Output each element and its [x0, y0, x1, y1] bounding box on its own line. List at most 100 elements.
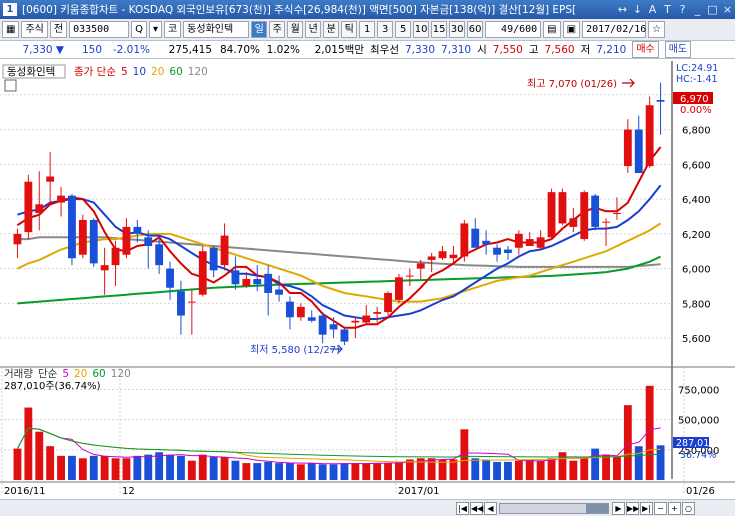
best-bid-label: 최우선 — [370, 44, 399, 56]
zoom-in-icon[interactable]: + — [668, 501, 681, 515]
high-price: 7,560 — [544, 43, 575, 56]
save-icon[interactable]: ▣ — [562, 21, 581, 38]
data-table-icon[interactable] — [4, 79, 17, 92]
best-bid-1: 7,330 — [404, 43, 436, 56]
candle-body — [536, 237, 545, 248]
chart-settings-icon[interactable]: ▤ — [543, 21, 561, 38]
candle-body — [307, 317, 316, 321]
quote-bar: 7,330 ▼ 150 -2.01% 275,415 84.70% 1.02% … — [0, 41, 735, 59]
zoom-out-icon[interactable]: − — [654, 501, 667, 515]
svg-text:종가 단순5102060120: 종가 단순 5 10 20 60 120 — [74, 66, 208, 78]
volume-bar — [78, 458, 87, 480]
volume-bar — [602, 454, 610, 480]
price-legend-item: 5 — [121, 66, 128, 78]
kosdaq-button[interactable]: 코 — [163, 21, 182, 38]
text-icon[interactable]: T — [660, 3, 675, 16]
high-label: 고 — [528, 44, 539, 56]
scroll-prev-icon[interactable]: ◀ — [484, 501, 497, 515]
volume-bar — [122, 458, 131, 480]
svg-text:거래량단순52060120: 거래량 단순 5 20 60 120 — [4, 368, 131, 380]
scroll-prev-page-icon[interactable]: ◀◀ — [470, 501, 483, 515]
volume-bar — [209, 457, 218, 480]
volume-legend-item: 거래량 — [4, 368, 33, 380]
volume-current-label: 287,010주(36.74%) — [4, 381, 101, 392]
volume-bar — [318, 464, 327, 480]
minimize-icon[interactable]: _ — [690, 3, 705, 16]
price-legend-item: 종가 단순 — [74, 66, 116, 78]
price-chart[interactable]: 7,0006,8006,6006,4006,2006,0005,8005,600… — [0, 59, 735, 499]
minute-1[interactable]: 1 — [359, 21, 376, 38]
candle-body — [362, 315, 371, 323]
stock-code-input[interactable]: 033500 — [69, 21, 130, 38]
scroll-last-icon[interactable]: ▶| — [640, 501, 653, 515]
window-title: [0600] 키움종합차트 - KOSDAQ 외국인보유[673(천)] 주식수… — [22, 4, 577, 16]
volume-bar — [580, 458, 589, 480]
down-arrow-icon[interactable]: ↓ — [630, 3, 645, 16]
volume-legend-item: 120 — [111, 368, 131, 380]
pct-label: 0.00% — [680, 105, 712, 116]
help-icon[interactable]: ? — [675, 3, 690, 16]
scroll-thumb[interactable] — [586, 503, 608, 513]
period-tick[interactable]: 틱 — [341, 21, 358, 38]
reset-zoom-icon[interactable]: ○ — [682, 501, 695, 515]
minute-60[interactable]: 60 — [467, 21, 484, 38]
volume-y-tick-label: 750,000 — [678, 385, 719, 396]
volume-ratio: 84.70% — [219, 43, 260, 56]
page-count-field[interactable]: 49/600 — [485, 21, 542, 38]
market-type-select[interactable]: 주식 — [21, 21, 48, 38]
candle-body — [166, 268, 174, 288]
candle-body — [296, 306, 305, 318]
window-number: 1 — [3, 3, 17, 16]
dropdown-icon[interactable]: ▾ — [148, 21, 162, 38]
date-input[interactable]: 2017/02/16 — [582, 21, 646, 38]
price-legend-item: 10 — [133, 66, 146, 78]
sell-button[interactable]: 매도 — [664, 41, 692, 58]
scroll-first-icon[interactable]: |◀ — [456, 501, 469, 515]
scroll-track[interactable] — [499, 502, 609, 514]
candle-body — [395, 277, 403, 300]
search-icon[interactable]: Q — [131, 21, 147, 38]
volume-bar — [242, 463, 251, 480]
candle-body — [634, 129, 643, 174]
minute-30[interactable]: 30 — [449, 21, 466, 38]
minute-15[interactable]: 15 — [431, 21, 448, 38]
period-year[interactable]: 년 — [305, 21, 322, 38]
close-icon[interactable]: × — [720, 3, 735, 16]
period-day[interactable]: 일 — [251, 21, 268, 38]
candle-body — [24, 181, 33, 233]
volume-bar — [525, 459, 534, 480]
candle-body — [384, 292, 392, 313]
low-label: 저 — [580, 44, 591, 56]
candle-body — [645, 105, 654, 167]
scroll-next-page-icon[interactable]: ▶▶ — [626, 501, 639, 515]
minute-3[interactable]: 3 — [377, 21, 394, 38]
y-tick-label: 6,000 — [682, 265, 711, 276]
chart-scrollbar[interactable]: |◀ ◀◀ ◀ ▶ ▶▶ ▶| − + ○ — [0, 499, 735, 516]
volume-bar — [46, 446, 55, 480]
font-icon[interactable]: A — [645, 3, 660, 16]
candle-body — [35, 204, 44, 213]
candle-body — [547, 192, 556, 238]
y-tick-label: 6,600 — [682, 160, 711, 171]
price-change: 150 — [81, 43, 102, 56]
period-week[interactable]: 주 — [269, 21, 286, 38]
minute-10[interactable]: 10 — [413, 21, 430, 38]
volume-bar — [558, 452, 567, 480]
period-minute[interactable]: 분 — [323, 21, 340, 38]
x-tick-label: 12 — [122, 486, 135, 497]
favorite-icon[interactable]: ☆ — [648, 21, 666, 38]
scroll-next-icon[interactable]: ▶ — [612, 501, 625, 515]
condition-button[interactable]: 전 — [49, 21, 68, 38]
volume-bar — [482, 459, 491, 480]
buy-button[interactable]: 매수 — [632, 41, 659, 58]
resize-icon[interactable]: ↔ — [615, 3, 630, 16]
volume-bar — [231, 460, 240, 480]
maximize-icon[interactable]: □ — [705, 3, 720, 16]
candle-body — [231, 270, 240, 285]
minute-5[interactable]: 5 — [395, 21, 412, 38]
period-month[interactable]: 월 — [287, 21, 304, 38]
settings-grid-icon[interactable]: ▦ — [2, 21, 20, 38]
candle-body — [57, 195, 65, 203]
volume-bar — [286, 463, 294, 480]
volume-y-tick-label: 500,000 — [678, 416, 719, 427]
